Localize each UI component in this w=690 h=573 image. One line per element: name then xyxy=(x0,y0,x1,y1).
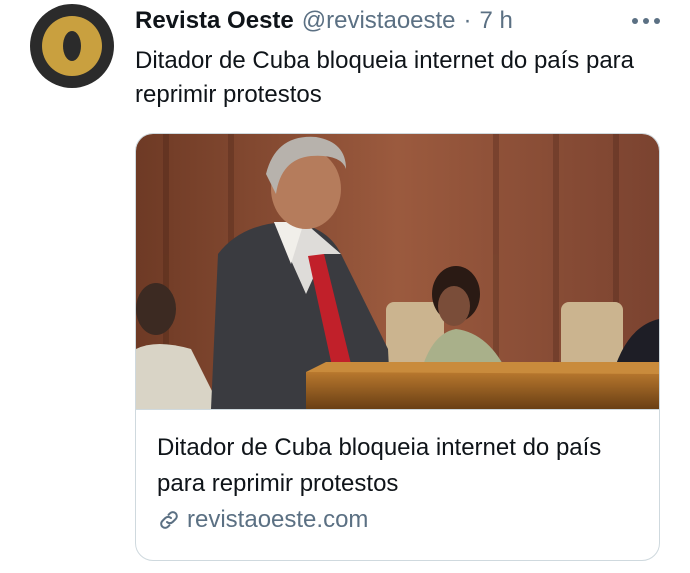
card-image[interactable] xyxy=(136,134,659,410)
header-separator: · xyxy=(463,7,472,34)
author-handle[interactable]: @revistaoeste xyxy=(302,7,456,35)
link-icon xyxy=(160,511,178,529)
tweet-header: Revista Oeste @revistaoeste · 7 h xyxy=(135,6,513,36)
avatar[interactable] xyxy=(30,4,114,88)
tweet[interactable]: Revista Oeste @revistaoeste · 7 h Ditado… xyxy=(0,0,690,573)
revista-oeste-logo-icon xyxy=(42,16,102,76)
card-domain: revistaoeste.com xyxy=(187,506,369,533)
card-title[interactable]: Ditador de Cuba bloqueia internet do paí… xyxy=(157,430,637,502)
link-preview-card[interactable]: Ditador de Cuba bloqueia internet do paí… xyxy=(135,133,660,561)
tweet-timestamp[interactable]: 7 h xyxy=(480,7,513,35)
card-domain-link[interactable]: revistaoeste.com xyxy=(157,506,368,534)
more-horizontal-icon[interactable] xyxy=(632,18,660,24)
tweet-text: Ditador de Cuba bloqueia internet do paí… xyxy=(135,47,635,108)
author-display-name[interactable]: Revista Oeste xyxy=(135,7,294,35)
